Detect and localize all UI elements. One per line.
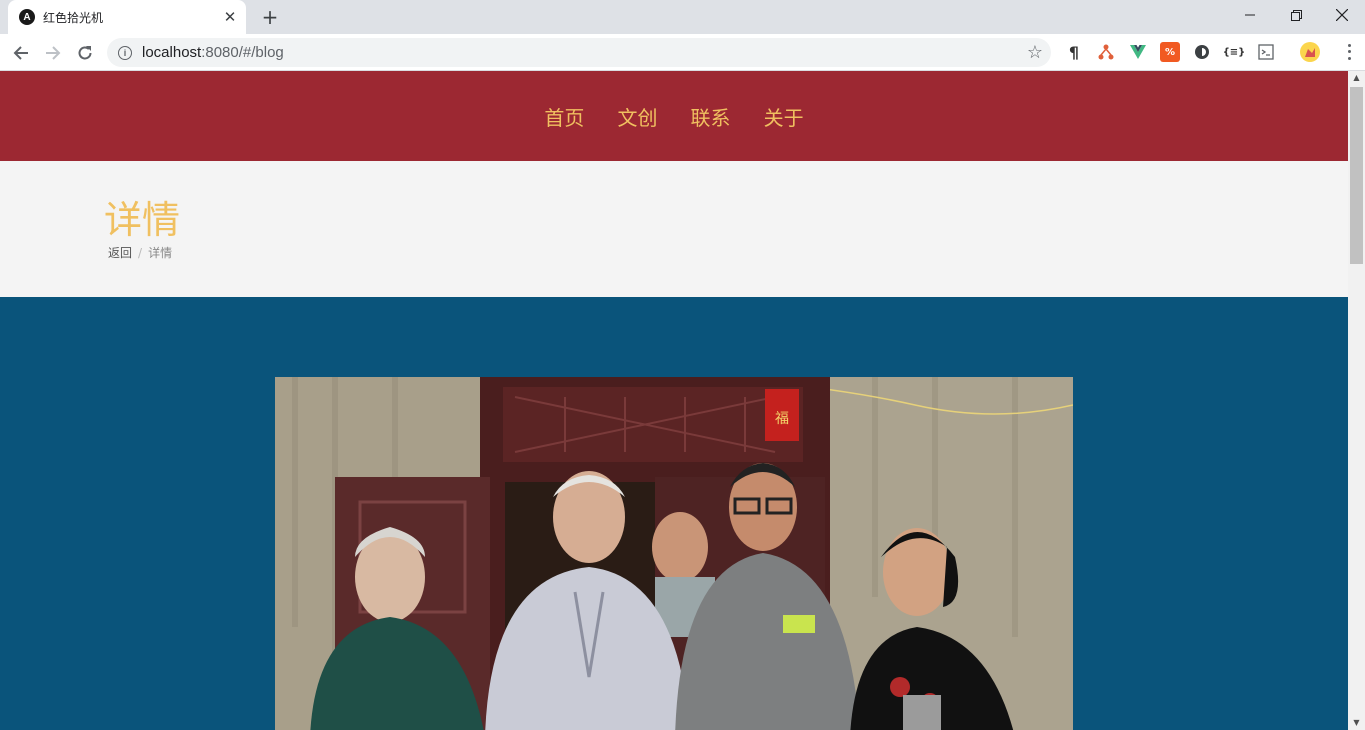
breadcrumb-current: 详情 (148, 246, 173, 260)
page-banner: 详情 返回 / 详情 (0, 161, 1348, 297)
reload-icon[interactable] (72, 40, 98, 66)
browser-tab[interactable]: A 红色拾光机 ✕ (8, 0, 246, 34)
browser-toolbar: i localhost:8080/#/blog ☆ ¶ % {≡} (0, 34, 1365, 71)
minimize-icon[interactable] (1227, 0, 1273, 30)
star-icon[interactable]: ☆ (1027, 42, 1043, 63)
family-photo: 福 (275, 377, 1073, 730)
main-nav: 首页 文创 联系 关于 (530, 102, 817, 131)
terminal-extension-icon[interactable] (1256, 42, 1276, 62)
tab-strip: A 红色拾光机 ✕ + (0, 0, 1365, 34)
back-arrow-icon[interactable] (8, 40, 34, 66)
nav-about[interactable]: 关于 (764, 106, 804, 130)
vue-devtools-icon[interactable] (1128, 42, 1148, 62)
scroll-up-icon[interactable]: ▲ (1348, 71, 1365, 85)
maximize-icon[interactable] (1273, 0, 1319, 30)
new-tab-icon[interactable]: + (258, 5, 282, 29)
close-icon[interactable]: ✕ (222, 9, 238, 25)
breadcrumb-separator: / (138, 246, 143, 260)
page-scrollbar[interactable]: ▲ ▼ (1348, 71, 1365, 730)
profile-avatar-icon[interactable] (1300, 42, 1320, 62)
code-braces-icon[interactable]: {≡} (1223, 42, 1246, 62)
site-header: 首页 文创 联系 关于 (0, 71, 1348, 161)
url-text: localhost:8080/#/blog (142, 44, 284, 61)
scroll-down-icon[interactable]: ▼ (1348, 716, 1365, 730)
scroll-thumb[interactable] (1350, 87, 1363, 264)
forward-arrow-icon[interactable] (40, 40, 66, 66)
breadcrumb-back-link[interactable]: 返回 (108, 246, 132, 260)
page-title: 详情 (104, 198, 181, 242)
detail-content: 福 (0, 297, 1348, 730)
tab-title: 红色拾光机 (43, 10, 104, 25)
svg-text:福: 福 (775, 411, 789, 427)
page-viewport: 首页 文创 联系 关于 详情 返回 / 详情 福 (0, 71, 1348, 730)
kebab-menu-icon[interactable] (1343, 42, 1355, 62)
info-icon[interactable]: i (118, 45, 132, 60)
address-bar[interactable]: i localhost:8080/#/blog ☆ (107, 38, 1051, 67)
tab-favicon-icon: A (19, 9, 35, 25)
paragraph-extension-icon[interactable]: ¶ (1064, 42, 1084, 62)
nav-contact[interactable]: 联系 (691, 106, 731, 130)
json-extension-icon[interactable]: % (1160, 42, 1180, 62)
breadcrumb: 返回 / 详情 (108, 244, 172, 261)
window-close-icon[interactable] (1319, 0, 1365, 30)
network-extension-icon[interactable] (1096, 42, 1116, 62)
circle-extension-icon[interactable] (1192, 42, 1212, 62)
nav-home[interactable]: 首页 (544, 106, 584, 130)
nav-creative[interactable]: 文创 (617, 106, 657, 130)
